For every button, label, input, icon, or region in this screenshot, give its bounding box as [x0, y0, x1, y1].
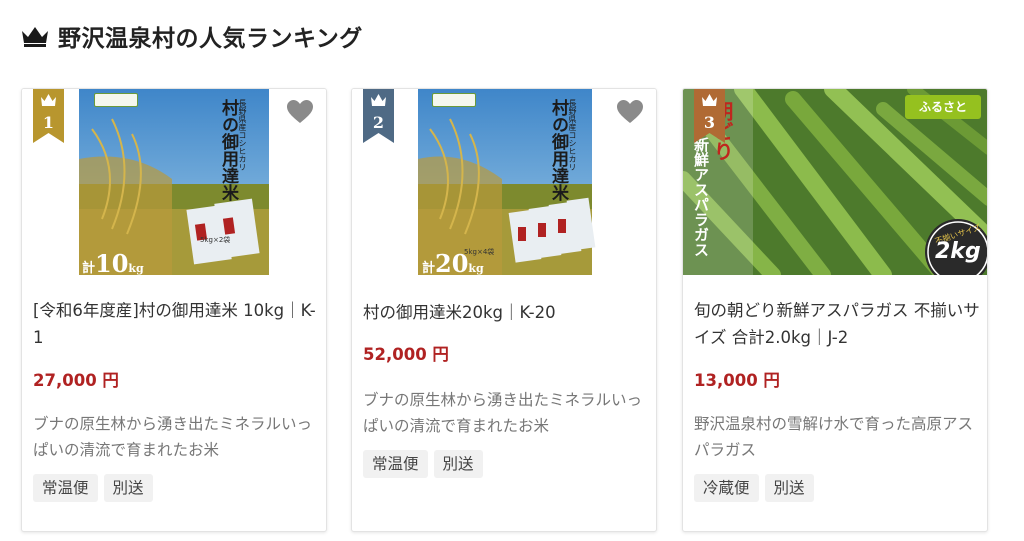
image-total-label: 計: [82, 261, 96, 276]
product-tags: 冷蔵便 別送: [694, 474, 814, 502]
product-price: 52,000 円: [363, 345, 449, 364]
product-tags: 常温便 別送: [363, 450, 483, 478]
tag-delivery-type: 常温便: [33, 474, 98, 502]
product-price: 13,000 円: [694, 371, 780, 390]
tag-separate-shipping: 別送: [764, 474, 814, 502]
ranking-title: 野沢温泉村の人気ランキング: [58, 26, 363, 52]
rank-badge: 3: [694, 89, 725, 143]
product-card[interactable]: 村の御用達米 長野県産コシヒカリ 5kg×2袋 計10kg 1 [令和6年度産]…: [21, 88, 327, 532]
image-brand-logo: [432, 93, 476, 107]
product-description: ブナの原生林から湧き出たミネラルいっぱいの清流で育まれたお米: [33, 415, 313, 459]
rank-number: 2: [372, 113, 385, 132]
product-tags: 常温便 別送: [33, 474, 153, 502]
image-total-unit: kg: [468, 262, 484, 275]
image-total-weight: 計10kg: [82, 249, 144, 278]
image-total-label: 計: [422, 261, 436, 276]
image-rice-name: 村の御用達米: [548, 99, 568, 201]
product-card[interactable]: 村の御用達米 長野県産コシヒカリ 5kg×4袋 計20kg 2 村の御用達米20…: [351, 88, 657, 532]
image-total-weight: 計20kg: [422, 249, 484, 278]
product-title[interactable]: 村の御用達米20kg｜K-20: [363, 299, 651, 326]
rank-number: 1: [42, 113, 55, 132]
rank-badge: 2: [363, 89, 394, 143]
image-total-unit: kg: [128, 262, 144, 275]
product-price: 27,000 円: [33, 371, 119, 390]
product-description: 野沢温泉村の雪解け水で育った高原アスパラガス: [694, 415, 974, 459]
product-image[interactable]: 村の御用達米 長野県産コシヒカリ 5kg×4袋 計20kg: [352, 89, 656, 278]
rank-badge: 1: [33, 89, 64, 143]
image-total-amount: 20: [435, 249, 469, 278]
tag-separate-shipping: 別送: [103, 474, 153, 502]
favorite-heart-icon[interactable]: [286, 99, 314, 125]
image-total-amount: 10: [95, 249, 129, 278]
tag-separate-shipping: 別送: [433, 450, 483, 478]
image-rice-variety: 長野県産コシヒカリ: [568, 99, 577, 171]
image-brand-logo: [94, 93, 138, 107]
favorite-heart-icon[interactable]: [616, 99, 644, 125]
product-title[interactable]: 旬の朝どり新鮮アスパラガス 不揃いサイズ 合計2.0kg｜J-2: [694, 297, 982, 351]
product-image[interactable]: 村の御用達米 長野県産コシヒカリ 5kg×2袋 計10kg: [22, 89, 326, 278]
image-badge-amount: 2kg: [935, 239, 981, 264]
tag-delivery-type: 冷蔵便: [694, 474, 759, 502]
rank-number: 3: [703, 113, 716, 132]
product-image[interactable]: 朝どり 新鮮アスパラガス ふるさと 不揃いサイズ 2kg: [683, 89, 987, 275]
image-rice-variety: 長野県産コシヒカリ: [238, 99, 247, 171]
image-logo: ふるさと: [905, 95, 981, 119]
image-headline-line2: 新鮮アスパラガス: [692, 137, 710, 257]
product-description: ブナの原生林から湧き出たミネラルいっぱいの清流で育まれたお米: [363, 391, 643, 435]
crown-icon: [20, 25, 50, 47]
tag-delivery-type: 常温便: [363, 450, 428, 478]
product-title[interactable]: [令和6年度産]村の御用達米 10kg｜K-1: [33, 297, 321, 351]
ranking-heading: 野沢温泉村の人気ランキング: [20, 16, 363, 56]
image-rice-name: 村の御用達米: [218, 99, 238, 201]
image-bag-label: 5kg×2袋: [200, 236, 231, 244]
product-card[interactable]: 朝どり 新鮮アスパラガス ふるさと 不揃いサイズ 2kg 3 旬の朝どり新鮮アス…: [682, 88, 988, 532]
